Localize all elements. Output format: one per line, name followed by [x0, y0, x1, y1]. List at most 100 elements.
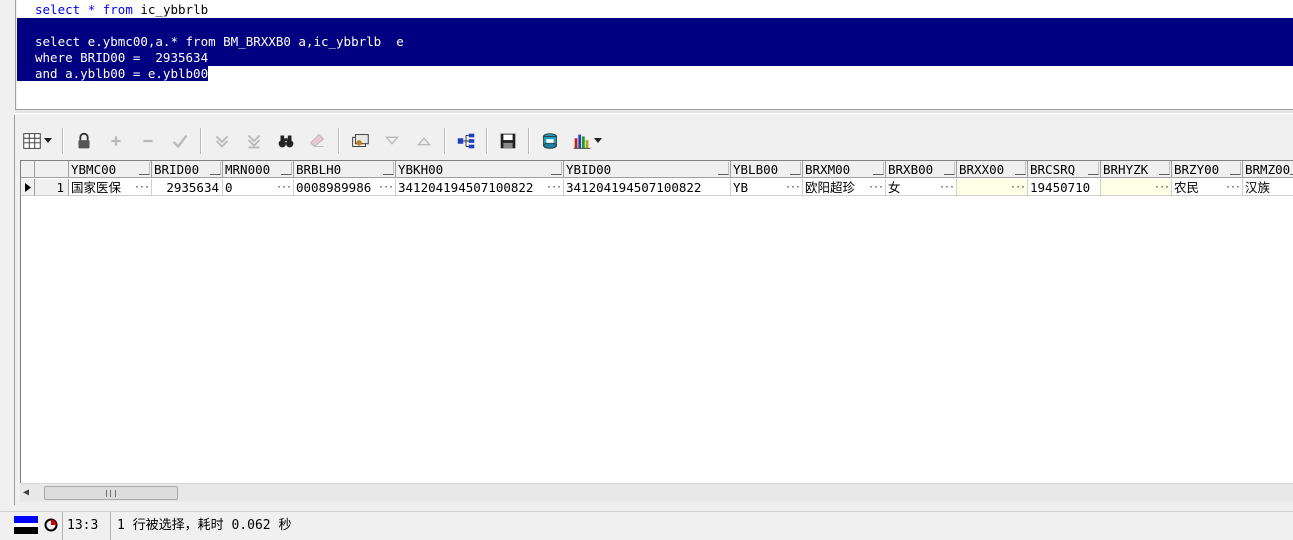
column-sort-handle[interactable] [210, 162, 221, 175]
current-row-indicator [21, 179, 35, 196]
column-header[interactable]: BRXB00 [886, 161, 957, 178]
column-sort-handle[interactable] [551, 162, 562, 175]
cell-editor-ellipsis-icon[interactable]: ··· [1225, 179, 1241, 195]
column-sort-handle[interactable] [1230, 162, 1241, 175]
column-header[interactable]: MRN000 [223, 161, 294, 178]
filter-up-button[interactable] [411, 128, 437, 154]
grid-view-button[interactable] [19, 128, 45, 154]
filter-down-button[interactable] [379, 128, 405, 154]
cell-editor-ellipsis-icon[interactable]: ··· [134, 179, 150, 195]
grid-cell[interactable]: 19450710 [1028, 179, 1101, 196]
sql-line[interactable]: where BRID00 = 2935634 [17, 50, 1293, 66]
column-header[interactable]: YBMC00 [69, 161, 152, 178]
cell-editor-ellipsis-icon[interactable]: ··· [1010, 179, 1026, 195]
grid-cell[interactable]: 国家医保 ··· [69, 179, 152, 196]
column-header[interactable]: YBID00 [564, 161, 731, 178]
column-sort-handle[interactable] [1088, 162, 1099, 175]
grid-cell[interactable]: ··· [957, 179, 1028, 196]
lock-button[interactable] [71, 128, 97, 154]
sql-line[interactable] [17, 18, 1293, 34]
cell-editor-ellipsis-icon[interactable]: ··· [276, 179, 292, 195]
post-changes-button[interactable] [167, 128, 193, 154]
column-sort-handle[interactable] [790, 162, 801, 175]
grid-cell[interactable]: 341204194507100822 ··· [396, 179, 564, 196]
dropdown-arrow-icon[interactable] [44, 128, 52, 154]
cell-editor-ellipsis-icon[interactable]: ··· [939, 179, 955, 195]
delete-record-button[interactable] [135, 128, 161, 154]
cell-editor-ellipsis-icon[interactable]: ··· [546, 179, 562, 195]
bar-chart-icon [573, 134, 591, 149]
grid-cell[interactable]: 0 ··· [223, 179, 294, 196]
column-sort-handle[interactable] [718, 162, 729, 175]
column-header[interactable]: YBLB00 [731, 161, 803, 178]
sql-editor[interactable]: select * from ic_ybbrlbselect e.ybmc00,a… [17, 0, 1293, 109]
query-by-example-icon [352, 134, 369, 147]
scrollbar-thumb[interactable] [44, 486, 178, 500]
grid-cell[interactable]: 女 ··· [886, 179, 957, 196]
bar-chart-button[interactable] [569, 128, 595, 154]
column-header[interactable]: BRBLH0 [294, 161, 396, 178]
sql-line[interactable]: select * from ic_ybbrlb [17, 2, 1293, 18]
grid-cell[interactable]: 欧阳超珍 ··· [803, 179, 886, 196]
column-sort-handle[interactable] [1015, 162, 1026, 175]
grid-cell[interactable]: 农民 ··· [1172, 179, 1243, 196]
sql-line[interactable]: and a.yblb00 = e.yblb00 [17, 66, 1293, 82]
tree-view-button[interactable] [453, 128, 479, 154]
add-record-button[interactable] [103, 128, 129, 154]
column-header[interactable]: BRID00 [152, 161, 223, 178]
horizontal-scrollbar[interactable]: ◀ [20, 483, 1293, 502]
column-header[interactable]: BRHYZK [1101, 161, 1172, 178]
fetch-next-page-icon [215, 135, 229, 148]
sql-token: and a.yblb00 = e.yblb00 [35, 66, 209, 81]
editor-border [15, 0, 16, 110]
column-header[interactable]: BRXX00 [957, 161, 1028, 178]
grid-cell[interactable]: YB ··· [731, 179, 803, 196]
cell-editor-ellipsis-icon[interactable]: ··· [1154, 179, 1170, 195]
cell-editor-ellipsis-icon[interactable]: ··· [868, 179, 884, 195]
column-sort-handle[interactable] [1159, 162, 1170, 175]
cell-value: 女 [888, 180, 901, 195]
column-header-label: BRHYZK [1103, 162, 1149, 177]
clear-eraser-icon [310, 133, 325, 148]
grid-cell[interactable]: 2935634 [152, 179, 223, 196]
tree-view-icon [457, 133, 475, 149]
fetch-next-page-button[interactable] [209, 128, 235, 154]
grid-cell[interactable]: 0008989986 ··· [294, 179, 396, 196]
query-by-example-button[interactable] [347, 128, 373, 154]
column-header[interactable]: BRZY00 [1172, 161, 1243, 178]
editor-grid-splitter[interactable] [15, 109, 1293, 114]
result-grid[interactable]: YBMC00 BRID00 MRN000 BRBLH0 YBKH00 YBID00 YBLB… [20, 160, 1293, 501]
cell-editor-ellipsis-icon[interactable]: ··· [785, 179, 801, 195]
save-button[interactable] [495, 128, 521, 154]
column-header[interactable]: YBKH00 [396, 161, 564, 178]
column-sort-handle[interactable] [944, 162, 955, 175]
export-button[interactable] [537, 128, 563, 154]
cell-value: 欧阳超珍 [805, 180, 856, 195]
column-header[interactable]: BRCSRQ [1028, 161, 1101, 178]
row-number: 1 [35, 179, 69, 196]
column-sort-handle[interactable] [873, 162, 884, 175]
table-row[interactable]: 1 国家医保 ··· 2935634 0 ··· 0008989986 ··· 34120419… [21, 179, 1293, 196]
dropdown-arrow-icon[interactable] [594, 128, 602, 154]
grid-cell[interactable]: 341204194507100822 [564, 179, 731, 196]
column-header[interactable]: BRMZ00 [1243, 161, 1293, 178]
clear-eraser-button[interactable] [305, 128, 331, 154]
column-header[interactable]: BRXM00 [803, 161, 886, 178]
sql-token: from [102, 2, 133, 17]
fetch-last-page-button[interactable] [241, 128, 267, 154]
grid-cell[interactable]: ··· [1101, 179, 1172, 196]
cell-value: 2935634 [166, 180, 219, 195]
current-row-arrow-icon [25, 183, 31, 192]
find-binoculars-button[interactable] [273, 128, 299, 154]
column-sort-handle[interactable] [383, 162, 394, 175]
sql-line[interactable]: select e.ybmc00,a.* from BM_BRXXB0 a,ic_… [17, 34, 1293, 50]
find-binoculars-icon [278, 135, 294, 148]
column-sort-handle[interactable] [139, 162, 150, 175]
scroll-left-arrow-icon[interactable]: ◀ [23, 487, 33, 499]
cell-editor-ellipsis-icon[interactable]: ··· [378, 179, 394, 195]
grid-cell[interactable]: 汉族 [1243, 179, 1293, 196]
column-header-label: YBID00 [566, 162, 612, 177]
column-sort-handle[interactable] [281, 162, 292, 175]
